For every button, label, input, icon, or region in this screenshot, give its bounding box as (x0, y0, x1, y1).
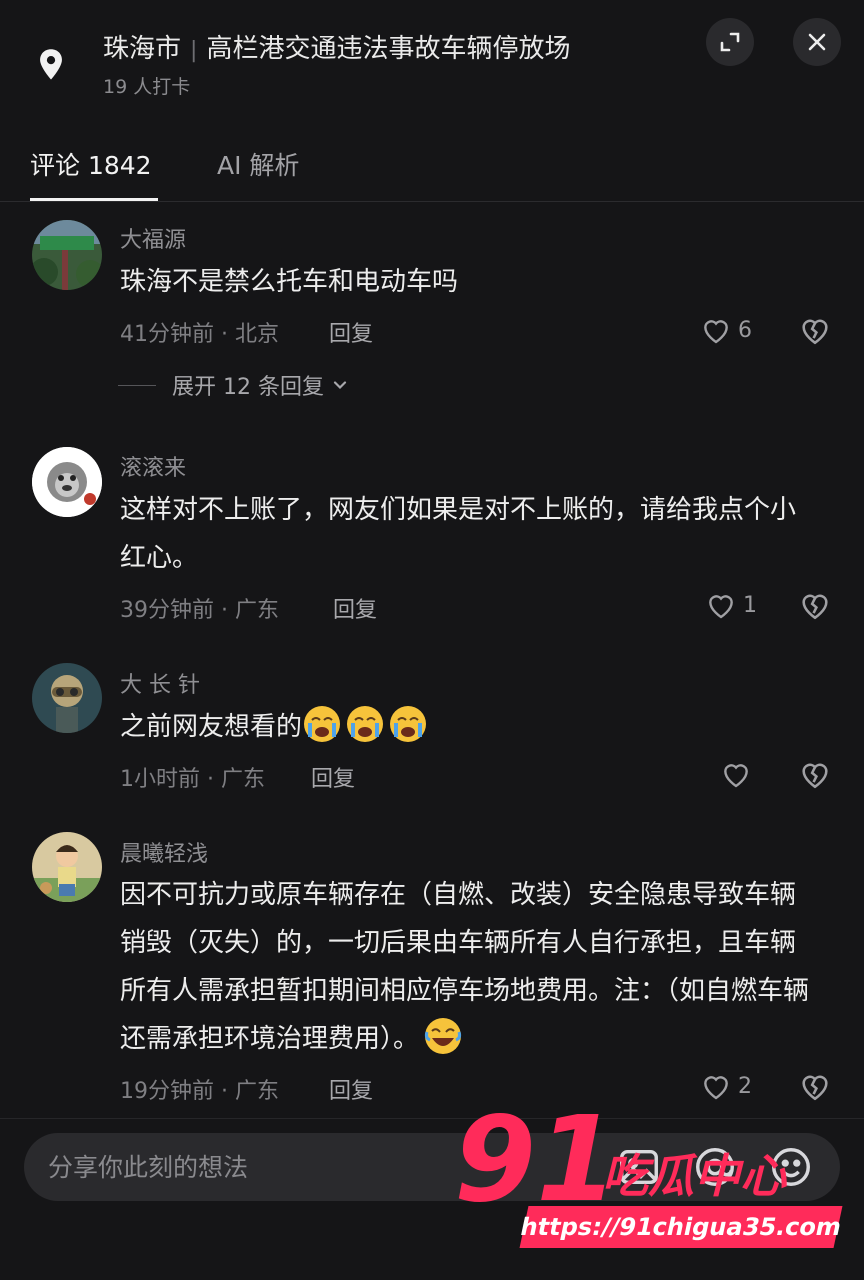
like-button[interactable]: 2 (700, 1069, 752, 1103)
like-button[interactable] (720, 757, 758, 791)
tab-comments[interactable]: 评论 1842 (30, 146, 152, 182)
tab-bar: 评论 1842 AI 解析 (0, 128, 864, 202)
expand-button[interactable] (706, 18, 754, 66)
comment-meta: 1小时前 · 广东 (120, 767, 265, 792)
comment-meta: 39分钟前 · 广东 (120, 598, 279, 623)
reply-button[interactable]: 回复 (329, 1073, 373, 1105)
heart-icon (704, 1076, 728, 1100)
chevron-down-icon (333, 381, 347, 390)
location-title[interactable]: 珠海市 | 高栏港交通违法事故车辆停放场 (103, 28, 570, 65)
comment-meta: 19分钟前 · 广东 (120, 1079, 279, 1104)
expand-icon (720, 32, 740, 52)
avatar[interactable] (32, 220, 102, 290)
like-count: 1 (743, 592, 757, 618)
crying-emoji-icon (347, 706, 384, 742)
close-icon (808, 33, 826, 51)
avatar[interactable] (32, 663, 102, 733)
avatar[interactable] (32, 447, 102, 517)
watermark-name: 吃瓜中心 (602, 1149, 786, 1203)
dislike-broken-heart-icon[interactable] (798, 313, 832, 347)
like-count: 2 (738, 1073, 752, 1099)
like-button[interactable]: 6 (700, 313, 752, 347)
expand-replies-button[interactable]: 展开 12 条回复 (118, 369, 350, 401)
comment-username[interactable]: 大 长 针 (120, 667, 200, 699)
checkin-count: 19 人打卡 (103, 76, 191, 98)
dislike-broken-heart-icon[interactable] (798, 1069, 832, 1103)
place-name: 高栏港交通违法事故车辆停放场 (206, 34, 571, 64)
title-separator: | (190, 38, 198, 63)
comment-text: 珠海不是禁么托车和电动车吗 (120, 267, 459, 297)
reply-button[interactable]: 回复 (329, 316, 373, 348)
watermark-url: https://91chigua35.com (518, 1206, 844, 1248)
reply-button[interactable]: 回复 (333, 592, 377, 624)
reply-button[interactable]: 回复 (311, 761, 355, 793)
comment-text-content: 因不可抗力或原车辆存在（自燃、改装）安全隐患导致车辆销毁（灭失）的，一切后果由车… (120, 880, 810, 1054)
avatar[interactable] (32, 832, 102, 902)
comment-meta: 41分钟前 · 北京 (120, 322, 279, 347)
watermark-number: 91 (454, 1090, 619, 1228)
expand-replies-label: 展开 12 条回复 (172, 375, 324, 400)
heart-icon (709, 595, 733, 619)
comment-username[interactable]: 大福源 (120, 222, 186, 254)
like-button[interactable]: 1 (705, 588, 757, 622)
like-count: 6 (738, 317, 752, 343)
location-header: 珠海市 | 高栏港交通违法事故车辆停放场 19 人打卡 (0, 0, 864, 120)
expand-divider (118, 384, 156, 386)
comment-username[interactable]: 晨曦轻浅 (120, 836, 208, 868)
heart-icon (724, 764, 748, 788)
tab-ai-analysis[interactable]: AI 解析 (217, 146, 299, 182)
dislike-broken-heart-icon[interactable] (798, 757, 832, 791)
comment-text: 这样对不上账了，网友们如果是对不上账的，请给我点个小红心。 (120, 495, 797, 573)
laughing-crying-emoji-icon (424, 1018, 462, 1054)
comment-text: 之前网友想看的 (120, 703, 820, 751)
comment-text-content: 之前网友想看的 (120, 712, 303, 742)
heart-icon (704, 320, 728, 344)
watermark-logo: 91 吃瓜中心 https://91chigua35.com (446, 1100, 856, 1260)
crying-emoji-icon (304, 706, 341, 742)
comment-text: 因不可抗力或原车辆存在（自燃、改装）安全隐患导致车辆销毁（灭失）的，一切后果由车… (120, 871, 820, 1063)
close-button[interactable] (793, 18, 841, 66)
crying-emoji-icon (390, 706, 427, 742)
city-name: 珠海市 (103, 34, 182, 64)
dislike-broken-heart-icon[interactable] (798, 588, 832, 622)
location-pin-icon (40, 49, 62, 80)
comment-username[interactable]: 滚滚来 (120, 450, 186, 482)
active-tab-indicator (30, 198, 158, 201)
